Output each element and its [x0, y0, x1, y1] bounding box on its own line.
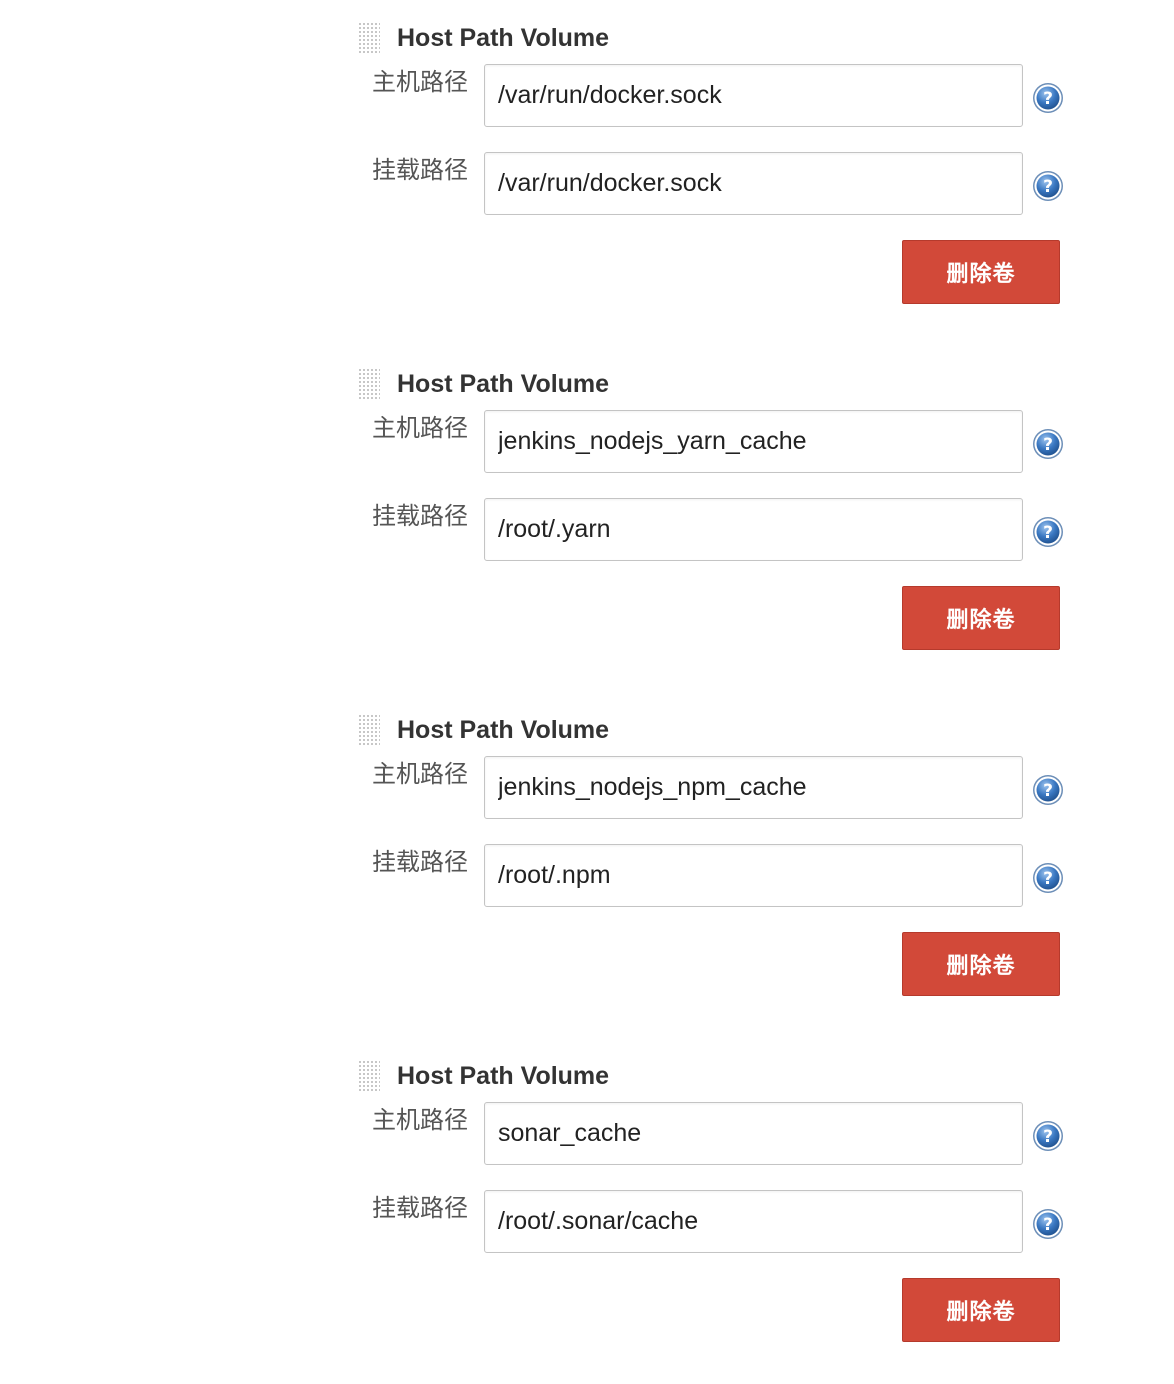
mount-path-input[interactable]	[484, 1190, 1023, 1253]
svg-text:?: ?	[1043, 177, 1053, 197]
help-icon[interactable]: ?	[1032, 428, 1064, 460]
svg-text:?: ?	[1043, 781, 1053, 801]
delete-volume-button[interactable]: 删除卷	[902, 1278, 1060, 1342]
delete-volume-button[interactable]: 删除卷	[902, 586, 1060, 650]
host-path-label: 主机路径	[372, 760, 468, 788]
mount-path-input[interactable]	[484, 844, 1023, 907]
mount-path-label: 挂载路径	[372, 1194, 468, 1222]
help-icon[interactable]: ?	[1032, 1120, 1064, 1152]
delete-volume-button[interactable]: 删除卷	[902, 932, 1060, 996]
host-path-input[interactable]	[484, 1102, 1023, 1165]
svg-text:?: ?	[1043, 89, 1053, 109]
host-path-input[interactable]	[484, 64, 1023, 127]
mount-path-label: 挂载路径	[372, 156, 468, 184]
host-path-volume: Host Path Volume 主机路径 ? 挂载路径 ? 删除	[0, 0, 1174, 346]
host-path-label: 主机路径	[372, 68, 468, 96]
host-path-label: 主机路径	[372, 1106, 468, 1134]
help-icon[interactable]: ?	[1032, 1208, 1064, 1240]
mount-path-input[interactable]	[484, 152, 1023, 215]
help-icon[interactable]: ?	[1032, 862, 1064, 894]
drag-handle-icon[interactable]	[358, 368, 380, 400]
help-icon[interactable]: ?	[1032, 82, 1064, 114]
help-icon[interactable]: ?	[1032, 516, 1064, 548]
mount-path-label: 挂载路径	[372, 502, 468, 530]
mount-path-input[interactable]	[484, 498, 1023, 561]
svg-text:?: ?	[1043, 435, 1053, 455]
host-path-label: 主机路径	[372, 414, 468, 442]
delete-volume-button[interactable]: 删除卷	[902, 240, 1060, 304]
volume-title: Host Path Volume	[397, 24, 610, 52]
mount-path-label: 挂载路径	[372, 848, 468, 876]
host-path-input[interactable]	[484, 410, 1023, 473]
svg-text:?: ?	[1043, 1127, 1053, 1147]
volume-title: Host Path Volume	[397, 1062, 610, 1090]
drag-handle-icon[interactable]	[358, 22, 380, 54]
help-icon[interactable]: ?	[1032, 774, 1064, 806]
host-path-input[interactable]	[484, 756, 1023, 819]
drag-handle-icon[interactable]	[358, 714, 380, 746]
host-path-volume: Host Path Volume 主机路径 ? 挂载路径 ? 删除	[0, 1038, 1174, 1384]
host-path-volume: Host Path Volume 主机路径 ? 挂载路径 ? 删除	[0, 346, 1174, 692]
svg-text:?: ?	[1043, 523, 1053, 543]
volume-title: Host Path Volume	[397, 716, 610, 744]
volume-title: Host Path Volume	[397, 370, 610, 398]
drag-handle-icon[interactable]	[358, 1060, 380, 1092]
help-icon[interactable]: ?	[1032, 170, 1064, 202]
host-path-volume: Host Path Volume 主机路径 ? 挂载路径 ? 删除	[0, 692, 1174, 1038]
svg-text:?: ?	[1043, 1215, 1053, 1235]
svg-text:?: ?	[1043, 869, 1053, 889]
